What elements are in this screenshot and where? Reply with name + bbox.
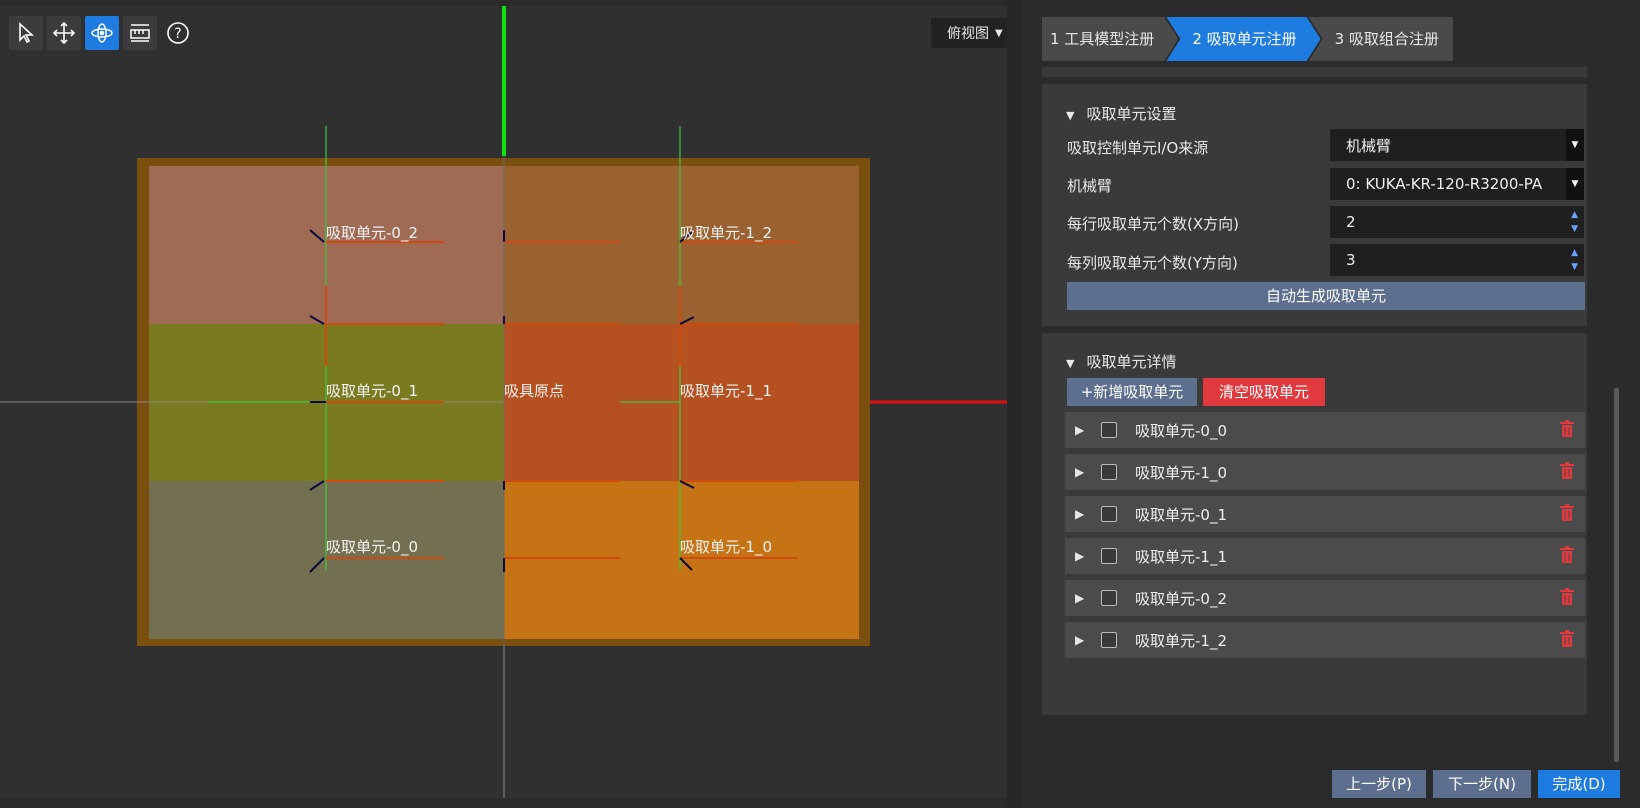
settings-header[interactable]: ▼ 吸取单元设置 — [1066, 103, 1176, 124]
viewport-toolbar: ? — [9, 16, 195, 50]
cell-label-1_2: 吸取单元-1_2 — [680, 224, 772, 242]
trash-icon[interactable] — [1559, 630, 1575, 648]
step-suction-group[interactable]: 3 吸取组合注册 — [1308, 17, 1453, 61]
details-header[interactable]: ▼ 吸取单元详情 — [1066, 351, 1176, 372]
robot-label: 机械臂 — [1067, 177, 1113, 195]
chevron-down-icon: ▼ — [1566, 168, 1584, 200]
item-checkbox[interactable] — [1101, 632, 1117, 648]
scene-canvas[interactable] — [0, 6, 1007, 798]
step-label: 1 工具模型注册 — [1050, 30, 1155, 48]
finish-button[interactable]: 完成(D) — [1538, 770, 1620, 798]
item-checkbox[interactable] — [1101, 548, 1117, 564]
io-source-label: 吸取控制单元I/O来源 — [1067, 139, 1209, 157]
cell-label-0_0: 吸取单元-0_0 — [326, 538, 418, 556]
item-checkbox[interactable] — [1101, 590, 1117, 606]
list-item[interactable]: ▶ 吸取单元-1_1 — [1065, 538, 1585, 574]
item-checkbox[interactable] — [1101, 506, 1117, 522]
select-tool-button[interactable] — [9, 16, 43, 50]
help-icon: ? — [167, 22, 189, 44]
trash-icon[interactable] — [1559, 420, 1575, 438]
cell-label-0_1: 吸取单元-0_1 — [326, 382, 418, 400]
view-select-value: 俯视图 — [947, 26, 989, 42]
prev-step-button[interactable]: 上一步(P) — [1332, 770, 1426, 798]
step-label: 3 吸取组合注册 — [1334, 30, 1439, 48]
item-label: 吸取单元-1_2 — [1135, 631, 1227, 650]
cell-label-1_1: 吸取单元-1_1 — [680, 382, 772, 400]
clear-units-button[interactable]: 清空吸取单元 — [1203, 378, 1325, 406]
item-checkbox[interactable] — [1101, 464, 1117, 480]
item-label: 吸取单元-0_0 — [1135, 421, 1227, 440]
caret-right-icon[interactable]: ▶ — [1075, 423, 1089, 437]
view-select[interactable]: 俯视图 ▼ — [931, 18, 1007, 48]
list-item[interactable]: ▶ 吸取单元-1_2 — [1065, 622, 1585, 658]
orbit-icon — [91, 23, 113, 43]
settings-title: 吸取单元设置 — [1086, 105, 1177, 123]
3d-viewport[interactable]: 吸取单元-0_2 吸取单元-1_2 吸取单元-0_1 吸具原点 吸取单元-1_1… — [0, 6, 1007, 798]
robot-value: 0: KUKA-KR-120-R3200-PA — [1346, 175, 1543, 193]
orbit-tool-button[interactable] — [85, 16, 119, 50]
item-label: 吸取单元-0_2 — [1135, 589, 1227, 608]
x-count-label: 每行吸取单元个数(X方向) — [1067, 215, 1239, 233]
next-step-button[interactable]: 下一步(N) — [1433, 770, 1531, 798]
item-label: 吸取单元-1_0 — [1135, 463, 1227, 482]
trash-icon[interactable] — [1559, 588, 1575, 606]
spin-arrows-icon[interactable]: ▲ ▼ — [1571, 246, 1578, 274]
caret-right-icon[interactable]: ▶ — [1075, 507, 1089, 521]
step-wizard: 1 工具模型注册 2 吸取单元注册 3 吸取组合注册 — [1042, 17, 1453, 61]
step-tool-model[interactable]: 1 工具模型注册 — [1042, 17, 1178, 61]
cell-label-1_0: 吸取单元-1_0 — [680, 538, 772, 556]
item-label: 吸取单元-1_1 — [1135, 547, 1227, 566]
move-icon — [52, 21, 76, 45]
chevron-down-icon: ▼ — [995, 27, 1003, 39]
move-tool-button[interactable] — [47, 16, 81, 50]
collapsed-section — [1042, 67, 1587, 77]
caret-right-icon[interactable]: ▶ — [1075, 591, 1089, 605]
y-count-spinbox[interactable]: 3 ▲ ▼ — [1330, 244, 1584, 276]
chevron-down-icon: ▼ — [1566, 129, 1584, 161]
caret-right-icon[interactable]: ▶ — [1075, 549, 1089, 563]
add-unit-button[interactable]: +新增吸取单元 — [1067, 378, 1197, 406]
ruler-tool-button[interactable] — [123, 16, 157, 50]
list-item[interactable]: ▶ 吸取单元-0_1 — [1065, 496, 1585, 532]
x-count-value: 2 — [1346, 213, 1356, 231]
trash-icon[interactable] — [1559, 504, 1575, 522]
list-item[interactable]: ▶ 吸取单元-0_0 — [1065, 412, 1585, 448]
splitter[interactable] — [1007, 0, 1022, 808]
panel-scrollbar[interactable] — [1614, 388, 1619, 762]
caret-down-icon: ▼ — [1066, 357, 1075, 370]
caret-right-icon[interactable]: ▶ — [1075, 633, 1089, 647]
trash-icon[interactable] — [1559, 462, 1575, 480]
y-count-label: 每列吸取单元个数(Y方向) — [1067, 254, 1238, 272]
select-icon — [19, 22, 35, 44]
y-count-value: 3 — [1346, 251, 1356, 269]
step-label: 2 吸取单元注册 — [1192, 30, 1297, 48]
ruler-icon — [130, 24, 150, 42]
caret-right-icon[interactable]: ▶ — [1075, 465, 1089, 479]
x-count-spinbox[interactable]: 2 ▲ ▼ — [1330, 206, 1584, 238]
trash-icon[interactable] — [1559, 546, 1575, 564]
svg-text:?: ? — [174, 26, 181, 42]
cell-1_1 — [504, 324, 859, 481]
gripper-origin-label: 吸具原点 — [504, 382, 565, 400]
cell-1_2-left — [504, 166, 859, 324]
step-suction-unit[interactable]: 2 吸取单元注册 — [1166, 17, 1320, 61]
io-source-value: 机械臂 — [1346, 136, 1392, 155]
item-checkbox[interactable] — [1101, 422, 1117, 438]
help-button[interactable]: ? — [161, 16, 195, 50]
cell-label-0_2: 吸取单元-0_2 — [326, 224, 418, 242]
caret-down-icon: ▼ — [1066, 109, 1075, 122]
list-item[interactable]: ▶ 吸取单元-1_0 — [1065, 454, 1585, 490]
robot-select[interactable]: 0: KUKA-KR-120-R3200-PA ▼ — [1330, 168, 1584, 200]
list-item[interactable]: ▶ 吸取单元-0_2 — [1065, 580, 1585, 616]
io-source-select[interactable]: 机械臂 ▼ — [1330, 129, 1584, 161]
spin-arrows-icon[interactable]: ▲ ▼ — [1571, 208, 1578, 236]
auto-generate-button[interactable]: 自动生成吸取单元 — [1067, 282, 1585, 310]
item-label: 吸取单元-0_1 — [1135, 505, 1227, 524]
details-title: 吸取单元详情 — [1086, 353, 1177, 371]
